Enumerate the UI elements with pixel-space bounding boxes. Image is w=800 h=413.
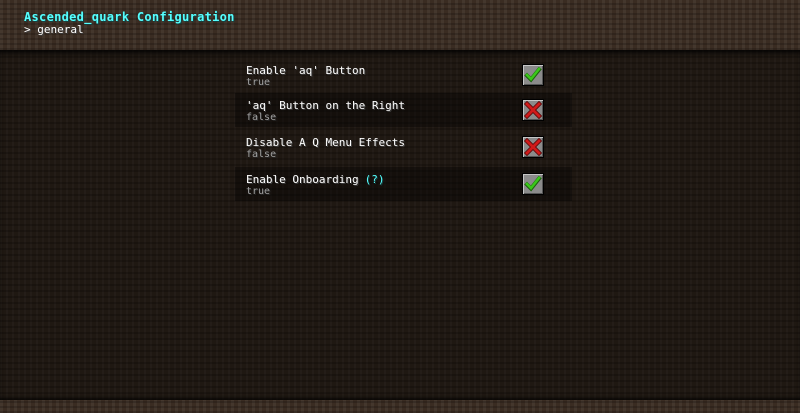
setting-value: false xyxy=(246,149,277,160)
setting-name: Enable Onboarding (?) xyxy=(246,173,384,186)
settings-list: Enable 'aq' Button true 'aq' Button on t… xyxy=(0,50,800,400)
setting-row-disable-aq-menu-effects: Disable A Q Menu Effects false xyxy=(235,130,572,164)
toggle-aq-button-right[interactable] xyxy=(522,99,544,121)
breadcrumb[interactable]: > general xyxy=(24,23,84,36)
setting-name: Disable A Q Menu Effects xyxy=(246,136,405,149)
setting-row-enable-onboarding: Enable Onboarding (?) true xyxy=(235,167,572,201)
check-icon xyxy=(524,66,542,83)
check-icon xyxy=(524,175,542,192)
help-tooltip-trigger[interactable]: (?) xyxy=(365,173,385,186)
setting-name: Enable 'aq' Button xyxy=(246,64,366,77)
setting-value: true xyxy=(246,186,271,197)
header-bar: Ascended_quark Configuration > general xyxy=(0,0,800,50)
setting-name: 'aq' Button on the Right xyxy=(246,99,405,112)
setting-row-aq-button-right: 'aq' Button on the Right false xyxy=(235,93,572,127)
toggle-enable-onboarding[interactable] xyxy=(522,173,544,195)
toggle-disable-aq-menu-effects[interactable] xyxy=(522,136,544,158)
setting-name-text: Enable Onboarding xyxy=(246,173,359,186)
setting-value: false xyxy=(246,112,277,123)
footer-bar xyxy=(0,400,800,413)
setting-row-enable-aq-button: Enable 'aq' Button true xyxy=(235,58,572,92)
setting-value: true xyxy=(246,77,271,88)
cross-icon xyxy=(524,138,542,156)
cross-icon xyxy=(524,101,542,119)
config-title: Ascended_quark Configuration xyxy=(24,10,235,24)
toggle-enable-aq-button[interactable] xyxy=(522,64,544,86)
